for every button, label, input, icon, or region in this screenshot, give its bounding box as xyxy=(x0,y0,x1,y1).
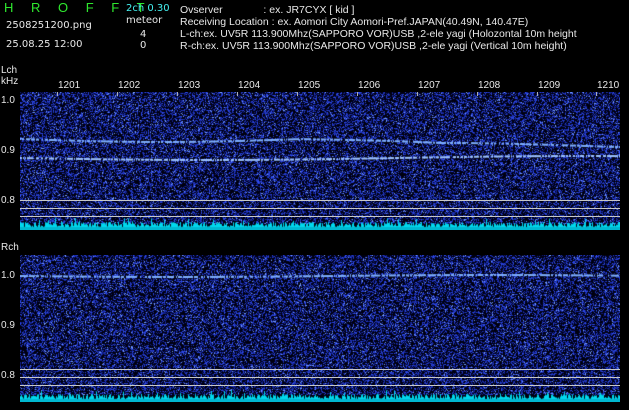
rch-threshold-line xyxy=(20,377,620,378)
lch-y-tick-0.9: 0.9 xyxy=(1,145,15,156)
rch-channel-label: Rch xyxy=(1,242,19,253)
lch-y-tick-0.8: 0.8 xyxy=(1,195,15,206)
lch-minute-marker xyxy=(537,92,538,96)
lch-spectrogram xyxy=(20,92,620,230)
lch-minute-marker xyxy=(417,92,418,96)
time-tick-1207: 1207 xyxy=(418,80,441,91)
time-tick-1209: 1209 xyxy=(538,80,561,91)
time-tick-1208: 1208 xyxy=(478,80,501,91)
lch-threshold-line xyxy=(20,216,620,217)
rch-spectrogram xyxy=(20,255,620,402)
time-tick-1205: 1205 xyxy=(298,80,321,91)
meteor-count-rch: 0 xyxy=(140,40,147,51)
lch-minute-marker xyxy=(117,92,118,96)
rch-spectrogram-canvas xyxy=(20,255,620,402)
lch-minute-marker xyxy=(357,92,358,96)
rch-y-tick-0.8: 0.8 xyxy=(1,370,15,381)
location-line: Receiving Location : ex. Aomori City Aom… xyxy=(180,16,529,28)
rch-threshold-line xyxy=(20,385,620,386)
time-tick-1201: 1201 xyxy=(58,80,81,91)
lch-minute-marker xyxy=(177,92,178,96)
time-tick-1204: 1204 xyxy=(238,80,261,91)
lch-minute-marker xyxy=(596,92,597,96)
lch-info-line: L-ch:ex. UV5R 113.900Mhz(SAPPORO VOR)USB… xyxy=(180,28,577,40)
lch-spectrogram-canvas xyxy=(20,92,620,230)
time-tick-1203: 1203 xyxy=(178,80,201,91)
lch-y-tick-1.0: 1.0 xyxy=(1,95,15,106)
lch-minute-marker xyxy=(297,92,298,96)
filename: 2508251200.png xyxy=(6,20,92,31)
meteor-count-lch: 4 xyxy=(140,29,147,40)
time-tick-1202: 1202 xyxy=(118,80,141,91)
lch-threshold-line xyxy=(20,200,620,201)
rch-y-tick-0.9: 0.9 xyxy=(1,320,15,331)
meteor-label: meteor xyxy=(126,15,163,26)
lch-minute-marker xyxy=(477,92,478,96)
time-tick-1210: 1210 xyxy=(597,80,620,91)
rch-y-tick-1.0: 1.0 xyxy=(1,270,15,281)
rch-threshold-line xyxy=(20,369,620,370)
lch-minute-marker xyxy=(237,92,238,96)
lch-threshold-line xyxy=(20,208,620,209)
lch-channel-label: Lch xyxy=(1,65,18,76)
rch-info-line: R-ch:ex. UV5R 113.900Mhz(SAPPORO VOR)USB… xyxy=(180,40,567,52)
channel-info: 2ch 0.30 xyxy=(126,3,170,14)
timestamp: 25.08.25 12:00 xyxy=(6,39,83,50)
observer-line: Ovserver : ex. JR7CYX [ kid ] xyxy=(180,4,355,16)
time-tick-1206: 1206 xyxy=(358,80,381,91)
lch-unit-label: kHz xyxy=(1,76,19,87)
lch-minute-marker xyxy=(57,92,58,96)
